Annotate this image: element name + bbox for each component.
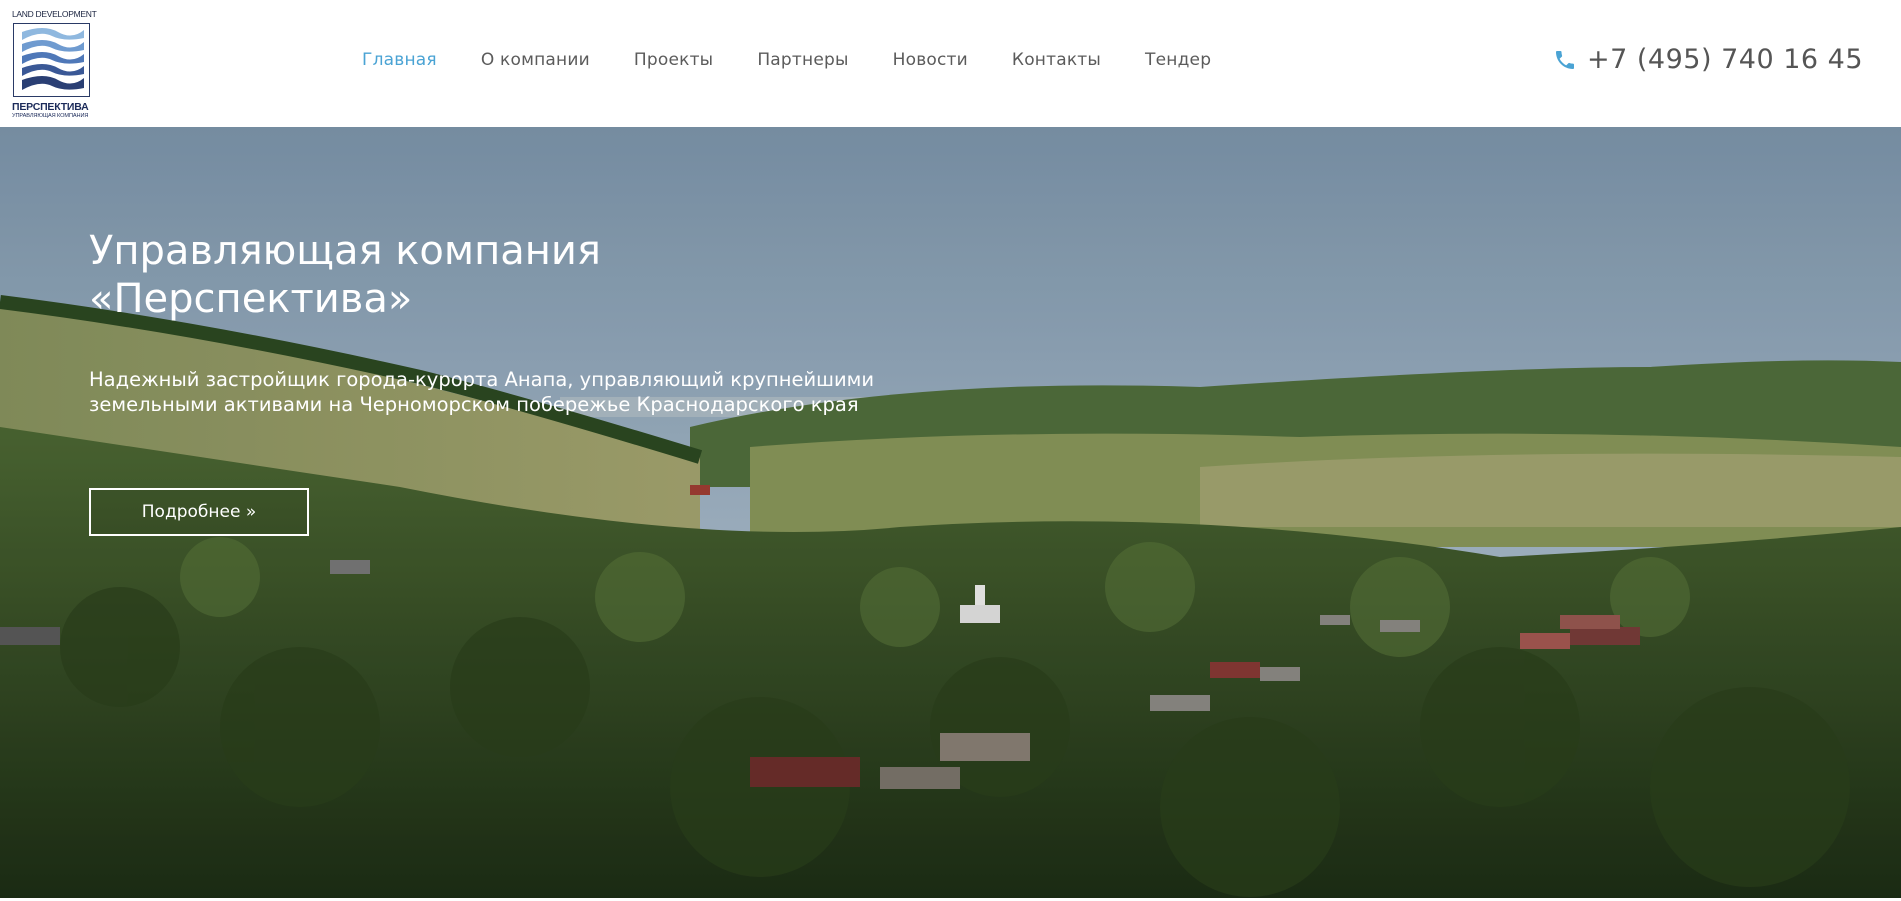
header-phone[interactable]: +7 (495) 740 16 45 [1553, 44, 1863, 75]
nav-item-about[interactable]: О компании [481, 50, 590, 70]
company-logo[interactable]: LAND DEVELOPMENT ПЕРСПЕКТИВА УПРАВЛЯЮЩАЯ… [12, 9, 97, 119]
nav-item-contacts[interactable]: Контакты [1012, 50, 1101, 70]
hero-title-line2: «Перспектива» [89, 276, 413, 322]
phone-number: +7 (495) 740 16 45 [1587, 44, 1863, 75]
logo-subtitle: УПРАВЛЯЮЩАЯ КОМПАНИЯ [12, 113, 89, 119]
hero-title: Управляющая компания «Перспектива» [89, 227, 889, 323]
nav-item-partners[interactable]: Партнеры [757, 50, 848, 70]
logo-name: ПЕРСПЕКТИВА [12, 101, 89, 113]
hero-title-line1: Управляющая компания [89, 228, 601, 274]
hero-section: Управляющая компания «Перспектива» Надеж… [0, 127, 1901, 901]
nav-item-projects[interactable]: Проекты [634, 50, 713, 70]
hero-description-line1: Надежный застройщик города-курорта Анапа… [89, 368, 875, 391]
nav-item-tender[interactable]: Тендер [1145, 50, 1211, 70]
hero-description-line2: земельными активами на Черноморском побе… [89, 393, 859, 416]
phone-icon [1556, 50, 1575, 69]
nav-item-news[interactable]: Новости [893, 50, 968, 70]
more-button[interactable]: Подробнее » [89, 488, 309, 536]
hero-description: Надежный застройщик города-курорта Анапа… [89, 367, 989, 417]
logo-tagline: LAND DEVELOPMENT [12, 9, 97, 19]
main-nav: Главная О компании Проекты Партнеры Ново… [362, 50, 1255, 70]
site-header: LAND DEVELOPMENT ПЕРСПЕКТИВА УПРАВЛЯЮЩАЯ… [0, 0, 1901, 127]
waves-logo-icon [13, 23, 90, 97]
nav-item-home[interactable]: Главная [362, 50, 437, 70]
